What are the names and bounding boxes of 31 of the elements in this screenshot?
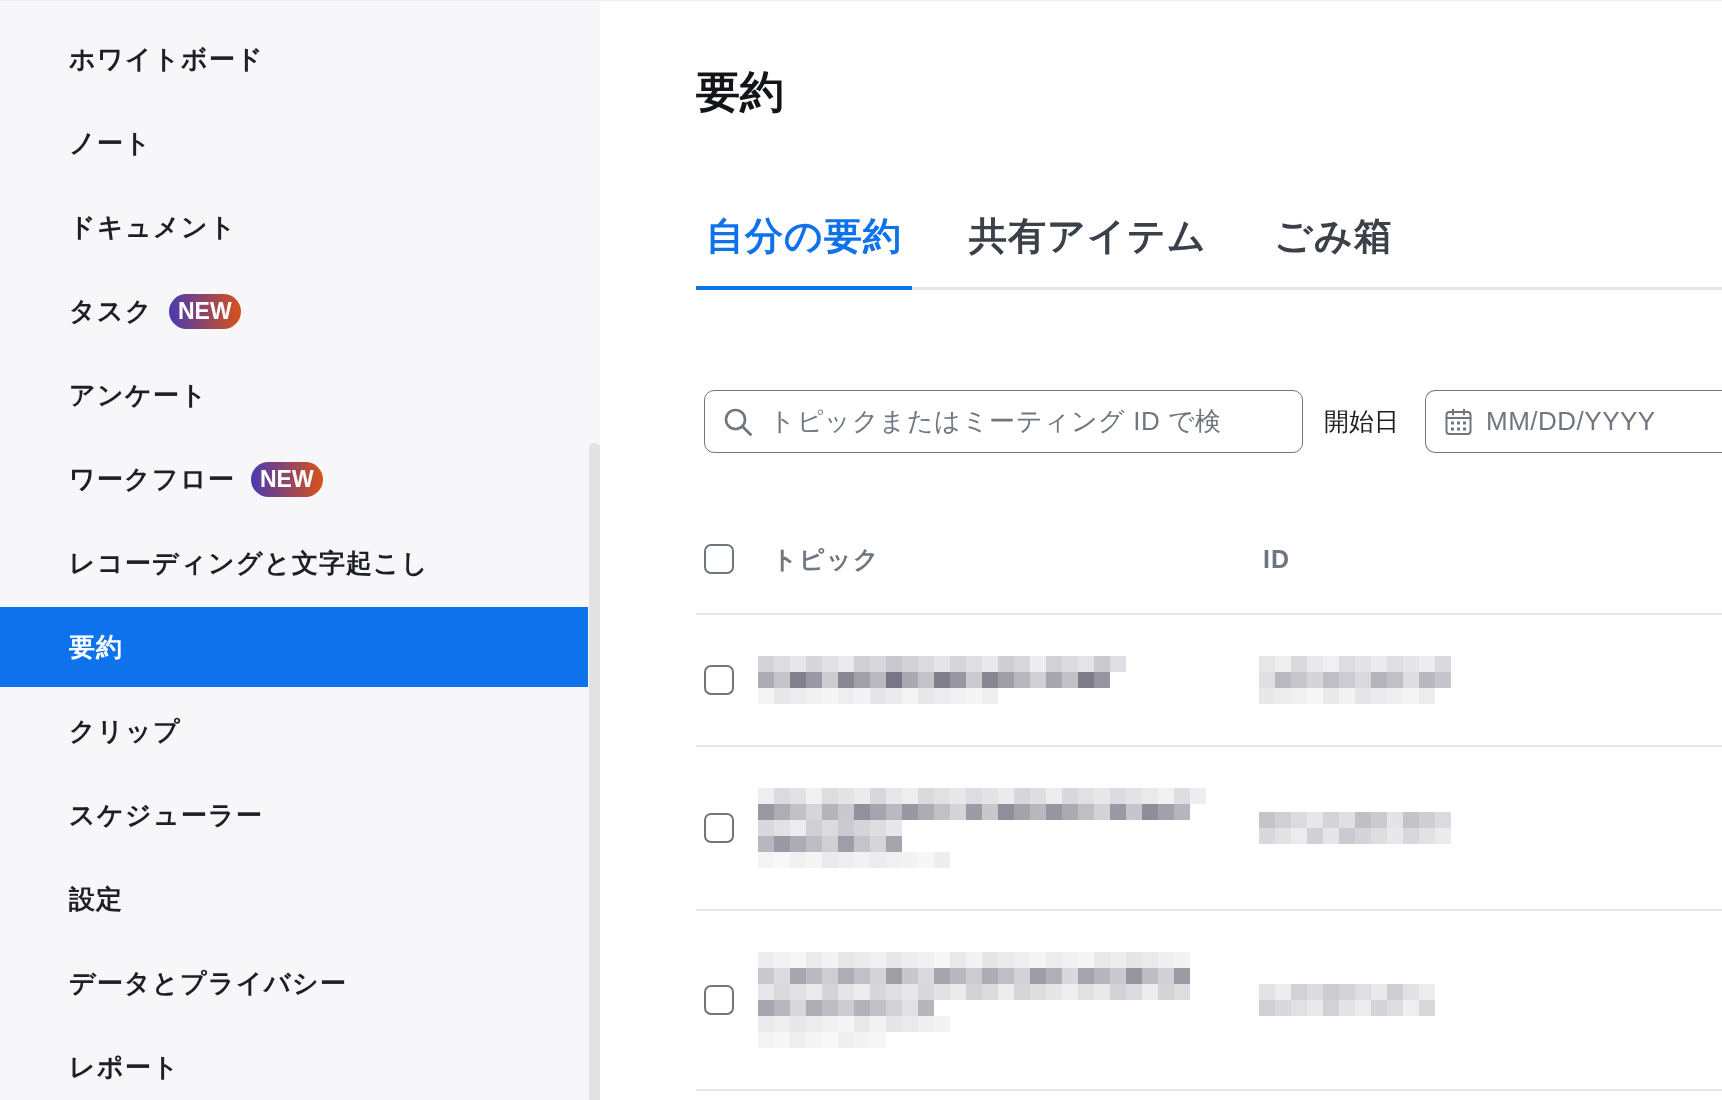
checkbox[interactable] [704, 985, 734, 1015]
scrollbar-thumb[interactable] [589, 443, 600, 1100]
tab[interactable]: 共有アイテム [959, 210, 1217, 290]
column-header[interactable]: ID [1263, 544, 1290, 574]
nav-item[interactable]: クリップ [0, 691, 588, 771]
page-title: 要約 [696, 66, 784, 118]
nav-item[interactable]: アンケート [0, 355, 588, 435]
nav-item[interactable]: ノート [0, 103, 588, 183]
nav-item[interactable]: スケジューラー [0, 775, 588, 855]
date-field[interactable]: MM/DD/YYYY [1425, 390, 1722, 453]
calendar-icon [1445, 408, 1472, 435]
column-header[interactable]: トピック [772, 542, 880, 576]
nav-item[interactable]: 要約 [0, 607, 588, 687]
search-icon [724, 407, 752, 436]
nav-item[interactable]: レポート [0, 1027, 588, 1100]
nav-item[interactable]: ホワイトボード [0, 19, 588, 99]
nav-item[interactable]: 設定 [0, 859, 588, 939]
field-label: 開始日 [1324, 406, 1399, 437]
tab[interactable]: 自分の要約 [696, 210, 912, 290]
checkbox[interactable] [704, 665, 734, 695]
tab[interactable]: ごみ箱 [1264, 210, 1403, 290]
nav-item[interactable]: レコーディングと文字起こし [0, 523, 588, 603]
new-badge: NEW [169, 293, 241, 329]
nav-item[interactable]: データとプライバシー [0, 943, 588, 1023]
nav-item[interactable]: タスク NEW [0, 271, 588, 351]
new-badge: NEW [251, 461, 323, 497]
nav-item[interactable]: ワークフロー NEW [0, 439, 588, 519]
search-field[interactable]: トピックまたはミーティング ID で検 [704, 390, 1303, 453]
checkbox[interactable] [704, 544, 734, 574]
nav-item[interactable]: ドキュメント [0, 187, 588, 267]
checkbox[interactable] [704, 813, 734, 843]
